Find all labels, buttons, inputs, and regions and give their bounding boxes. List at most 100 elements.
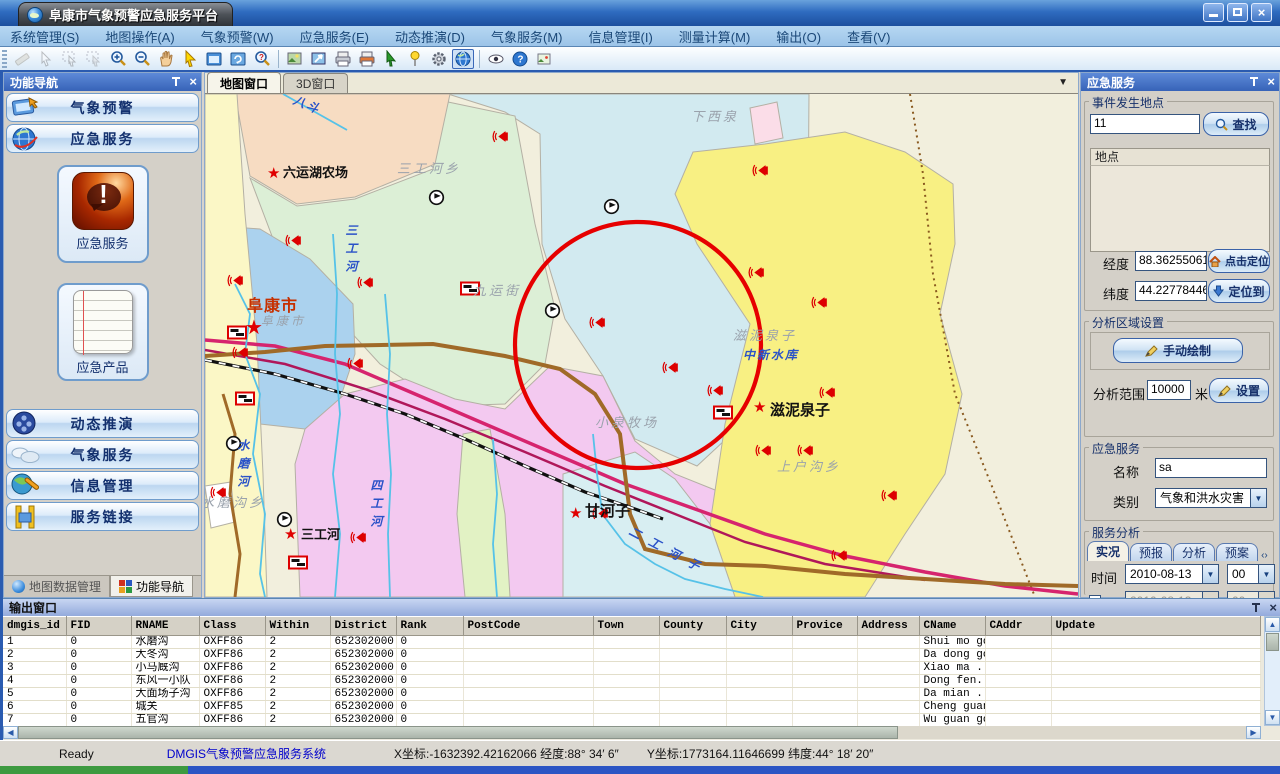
navigate-map-icon[interactable] — [308, 49, 330, 69]
chevron-down-icon[interactable]: ▼ — [1250, 488, 1267, 508]
restore-button[interactable] — [1227, 3, 1248, 22]
col-header[interactable]: Rank — [396, 617, 463, 636]
pointer-icon[interactable] — [179, 49, 201, 69]
export-map-icon[interactable] — [284, 49, 306, 69]
chevron-down-icon[interactable]: ▼ — [1202, 564, 1219, 584]
col-header[interactable]: CAddr — [985, 617, 1051, 636]
scroll-down-icon[interactable]: ▼ — [1265, 710, 1280, 725]
set-range-button[interactable]: 设置 — [1209, 378, 1269, 403]
col-header[interactable]: dmgis_id — [3, 617, 66, 636]
map-canvas[interactable]: ★ ★ ★ ★ ★ 八斗 下西泉 六运湖农场 三工河乡 九运街 阜康市 阜康市 … — [205, 94, 1078, 597]
col-header[interactable]: Address — [857, 617, 919, 636]
print-color-icon[interactable] — [356, 49, 378, 69]
nav-section-service-links[interactable]: 服务链接 — [6, 502, 199, 531]
image-output-icon[interactable] — [533, 49, 555, 69]
table-row[interactable]: 30小马厩沟OXFF8626523020000Xiao ma ... — [3, 662, 1261, 675]
full-extent-icon[interactable] — [203, 49, 225, 69]
nav-section-info-management[interactable]: 信息管理 — [6, 471, 199, 500]
refresh-icon[interactable] — [227, 49, 249, 69]
menu-weather-service[interactable]: 气象服务(M) — [491, 27, 563, 46]
click-locate-button[interactable]: 点击定位 — [1208, 249, 1270, 273]
menu-measure[interactable]: 测量计算(M) — [679, 27, 751, 46]
tab-plan[interactable]: 预案 — [1216, 543, 1258, 561]
locate-to-button[interactable]: 定位到 — [1208, 279, 1270, 303]
nav-section-dynamic-deduction[interactable]: 动态推演 — [6, 409, 199, 438]
col-header[interactable]: Town — [593, 617, 659, 636]
col-header[interactable]: FID — [66, 617, 131, 636]
help-icon[interactable]: ? — [509, 49, 531, 69]
minimize-button[interactable] — [1203, 3, 1224, 22]
nav-section-weather-warning[interactable]: 气象预警 — [6, 93, 199, 122]
tab-forecast[interactable]: 预报 — [1130, 543, 1172, 561]
zoom-out-icon[interactable] — [131, 49, 153, 69]
longitude-field[interactable]: 88.36255061 — [1135, 251, 1207, 271]
chevron-down-icon[interactable]: ▼ — [1258, 564, 1275, 584]
table-row[interactable]: 20大冬沟OXFF8626523020000Da dong gou — [3, 649, 1261, 662]
select-area-icon[interactable] — [59, 49, 81, 69]
close-icon[interactable]: × — [189, 76, 197, 88]
close-icon[interactable]: × — [1269, 602, 1277, 614]
menu-view[interactable]: 查看(V) — [847, 27, 890, 46]
menu-map-ops[interactable]: 地图操作(A) — [105, 27, 174, 46]
find-button[interactable]: 查找 — [1203, 112, 1269, 136]
manual-draw-button[interactable]: 手动绘制 — [1113, 338, 1243, 363]
clear-selection-icon[interactable] — [83, 49, 105, 69]
tab-map-window[interactable]: 地图窗口 — [207, 72, 281, 93]
scrollbar-thumb[interactable] — [18, 726, 898, 739]
pin-icon[interactable] — [1249, 76, 1259, 88]
emergency-service-button[interactable]: ! 应急服务 — [57, 165, 149, 263]
location-pin-icon[interactable] — [404, 49, 426, 69]
location-search-input[interactable]: 11 — [1090, 114, 1200, 134]
close-icon[interactable]: × — [1267, 76, 1275, 88]
tab-map-data-management[interactable]: 地图数据管理 — [4, 576, 110, 597]
pin-icon[interactable] — [1251, 602, 1261, 614]
nav-section-weather-service[interactable]: 气象服务 — [6, 440, 199, 469]
pin-icon[interactable] — [171, 76, 181, 88]
scroll-right-icon[interactable]: ▶ — [1246, 726, 1261, 739]
green-pointer-icon[interactable] — [380, 49, 402, 69]
tab-function-nav[interactable]: 功能导航 — [110, 576, 193, 597]
menu-output[interactable]: 输出(O) — [776, 27, 821, 46]
tab-3d-window[interactable]: 3D窗口 — [283, 73, 348, 93]
col-header[interactable]: City — [726, 617, 792, 636]
table-row[interactable]: 40东风一小队OXFF8626523020000Dong fen... — [3, 675, 1261, 688]
location-list[interactable] — [1090, 166, 1270, 252]
service-type-select[interactable]: 气象和洪水灾害 ▼ — [1155, 488, 1267, 508]
col-header[interactable]: District — [330, 617, 396, 636]
table-row[interactable]: 10水磨沟OXFF8626523020000Shui mo gou — [3, 636, 1261, 649]
menu-info[interactable]: 信息管理(I) — [589, 27, 653, 46]
close-button[interactable]: × — [1251, 3, 1272, 22]
globe-service-icon[interactable] — [452, 49, 474, 69]
col-header[interactable]: CName — [919, 617, 985, 636]
menu-emergency[interactable]: 应急服务(E) — [300, 27, 369, 46]
scroll-left-icon[interactable]: ◀ — [3, 726, 18, 739]
nav-section-emergency-service[interactable]: 应急服务 — [6, 124, 199, 153]
menu-system[interactable]: 系统管理(S) — [10, 27, 79, 46]
analysis-range-input[interactable]: 10000 — [1147, 380, 1191, 400]
zoom-in-icon[interactable] — [107, 49, 129, 69]
date-select[interactable]: 2010-08-13 ▼ — [1125, 564, 1219, 584]
tab-scroll-right-icon[interactable]: › — [1264, 550, 1267, 561]
select-icon[interactable] — [35, 49, 57, 69]
scrollbar-thumb[interactable] — [1266, 633, 1279, 651]
hour-select[interactable]: 00 ▼ — [1227, 564, 1275, 584]
scroll-up-icon[interactable]: ▲ — [1265, 617, 1280, 632]
chevron-down-icon[interactable]: ▼ — [1058, 77, 1068, 88]
toolbar-grip[interactable] — [2, 50, 7, 68]
table-row[interactable]: 60城关OXFF8526523020000Cheng guan — [3, 701, 1261, 714]
measure-icon[interactable] — [11, 49, 33, 69]
print-icon[interactable] — [332, 49, 354, 69]
menu-weather-warning[interactable]: 气象预警(W) — [201, 27, 274, 46]
col-header[interactable]: Class — [199, 617, 265, 636]
settings-gear-icon[interactable] — [428, 49, 450, 69]
table-vertical-scrollbar[interactable]: ▲ ▼ — [1264, 616, 1280, 726]
tab-analysis[interactable]: 分析 — [1173, 543, 1215, 561]
tab-live[interactable]: 实况 — [1087, 541, 1129, 561]
pan-hand-icon[interactable] — [155, 49, 177, 69]
table-horizontal-scrollbar[interactable]: ◀ ▶ — [3, 726, 1261, 739]
col-header[interactable]: Within — [265, 617, 330, 636]
identify-icon[interactable]: ? — [251, 49, 273, 69]
col-header[interactable]: RNAME — [131, 617, 199, 636]
col-header[interactable]: Update — [1051, 617, 1261, 636]
latitude-field[interactable]: 44.22778446 — [1135, 281, 1207, 301]
